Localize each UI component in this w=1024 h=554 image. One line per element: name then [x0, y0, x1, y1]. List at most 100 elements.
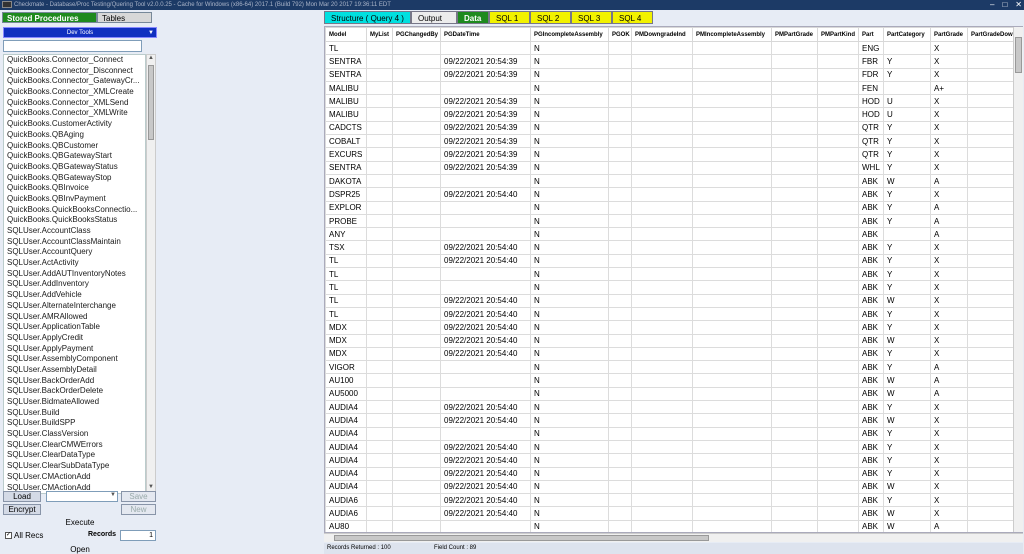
table-cell[interactable] — [631, 213, 693, 229]
table-cell[interactable] — [817, 94, 859, 109]
table-cell[interactable]: FBR — [858, 54, 884, 69]
table-cell[interactable] — [608, 253, 632, 269]
table-cell[interactable]: MDX — [325, 346, 367, 362]
table-cell[interactable]: TL — [325, 280, 367, 295]
table-cell[interactable] — [692, 94, 772, 109]
scroll-thumb[interactable] — [148, 65, 154, 140]
table-cell[interactable] — [392, 80, 441, 96]
column-header[interactable]: PMPartGrade — [771, 27, 818, 42]
table-cell[interactable]: X — [930, 493, 968, 508]
table-cell[interactable] — [392, 519, 441, 532]
table-cell[interactable] — [608, 439, 632, 455]
table-row[interactable]: COBALT 09/22/2021 20:54:39 N QTR Y X — [325, 134, 1022, 149]
procedure-item[interactable]: SQLUser.ClearSubDataType — [4, 461, 145, 472]
table-cell[interactable] — [608, 479, 632, 495]
table-cell[interactable] — [631, 120, 693, 136]
table-cell[interactable]: ENG — [858, 40, 884, 56]
table-cell[interactable] — [692, 200, 772, 215]
table-cell[interactable] — [392, 147, 441, 162]
table-cell[interactable]: N — [530, 160, 609, 175]
table-cell[interactable] — [817, 67, 859, 82]
table-cell[interactable] — [392, 107, 441, 122]
table-cell[interactable] — [771, 67, 818, 82]
table-cell[interactable] — [692, 267, 772, 282]
procedure-item[interactable]: SQLUser.AccountClass — [4, 226, 145, 237]
table-cell[interactable] — [692, 280, 772, 295]
table-cell[interactable]: AUDIA4 — [325, 426, 367, 441]
close-button[interactable]: ✕ — [1015, 0, 1022, 10]
table-cell[interactable]: N — [530, 173, 609, 189]
column-header[interactable]: PartGrade — [930, 27, 968, 42]
procedure-item[interactable]: SQLUser.ClassVersion — [4, 429, 145, 440]
procedure-item[interactable]: SQLUser.AddInventory — [4, 279, 145, 290]
table-row[interactable]: AUDIA4 09/22/2021 20:54:40 N ABK Y X — [325, 466, 1022, 481]
table-cell[interactable] — [392, 134, 441, 149]
procedure-item[interactable]: SQLUser.AlternateInterchange — [4, 301, 145, 312]
table-cell[interactable] — [771, 479, 818, 495]
table-cell[interactable] — [817, 280, 859, 295]
table-cell[interactable] — [366, 519, 393, 532]
table-cell[interactable] — [392, 453, 441, 468]
table-cell[interactable] — [692, 107, 772, 122]
table-cell[interactable] — [608, 426, 632, 441]
table-cell[interactable] — [631, 333, 693, 348]
table-cell[interactable]: ABK — [858, 253, 884, 269]
table-cell[interactable] — [817, 213, 859, 229]
procedure-item[interactable]: SQLUser.BackOrderDelete — [4, 386, 145, 397]
table-cell[interactable] — [817, 333, 859, 348]
table-cell[interactable] — [608, 346, 632, 362]
table-cell[interactable] — [817, 346, 859, 362]
table-cell[interactable] — [692, 320, 772, 335]
procedure-item[interactable]: SQLUser.ClearDataType — [4, 450, 145, 461]
table-cell[interactable] — [817, 54, 859, 69]
table-cell[interactable]: N — [530, 293, 609, 308]
table-cell[interactable] — [692, 413, 772, 428]
table-cell[interactable] — [692, 400, 772, 415]
table-cell[interactable]: A — [930, 173, 968, 189]
tab-sql-4[interactable]: SQL 4 — [612, 11, 653, 24]
table-cell[interactable] — [366, 426, 393, 441]
table-cell[interactable]: 09/22/2021 20:54:40 — [440, 240, 531, 255]
table-cell[interactable] — [608, 147, 632, 162]
table-cell[interactable]: ABK — [858, 466, 884, 481]
table-cell[interactable] — [608, 67, 632, 82]
tab-data[interactable]: Data — [457, 11, 489, 24]
table-cell[interactable] — [817, 107, 859, 122]
table-cell[interactable]: Y — [883, 280, 931, 295]
table-cell[interactable]: Y — [883, 134, 931, 149]
table-cell[interactable]: AUDIA6 — [325, 506, 367, 521]
procedure-item[interactable]: QuickBooks.Connector_XMLCreate — [4, 87, 145, 98]
table-cell[interactable]: MDX — [325, 320, 367, 335]
table-cell[interactable] — [392, 426, 441, 441]
table-cell[interactable] — [771, 466, 818, 481]
table-cell[interactable] — [392, 479, 441, 495]
namespace-dropdown[interactable]: Dev Tools ▼ — [3, 27, 157, 38]
procedure-item[interactable]: SQLUser.AssemblyDetail — [4, 365, 145, 376]
table-cell[interactable] — [771, 253, 818, 269]
table-cell[interactable] — [817, 360, 859, 375]
table-cell[interactable] — [366, 67, 393, 82]
table-cell[interactable]: N — [530, 134, 609, 149]
table-cell[interactable] — [608, 373, 632, 388]
table-cell[interactable]: TL — [325, 293, 367, 308]
table-cell[interactable] — [631, 134, 693, 149]
table-cell[interactable] — [817, 120, 859, 136]
table-row[interactable]: AUDIA6 09/22/2021 20:54:40 N ABK W X — [325, 506, 1022, 521]
scroll-up-icon[interactable]: ▲ — [147, 55, 155, 64]
table-cell[interactable]: 09/22/2021 20:54:40 — [440, 479, 531, 495]
table-cell[interactable] — [392, 213, 441, 229]
table-cell[interactable] — [631, 253, 693, 269]
execute-button[interactable]: Execute — [0, 518, 160, 527]
table-row[interactable]: SENTRA 09/22/2021 20:54:39 N FBR Y X — [325, 54, 1022, 69]
table-cell[interactable] — [771, 54, 818, 69]
table-cell[interactable] — [608, 94, 632, 109]
table-cell[interactable]: W — [883, 293, 931, 308]
procedure-item[interactable]: SQLUser.AccountClassMaintain — [4, 237, 145, 248]
table-cell[interactable]: ABK — [858, 333, 884, 348]
table-cell[interactable]: Y — [883, 67, 931, 82]
table-cell[interactable]: N — [530, 227, 609, 242]
table-cell[interactable] — [692, 333, 772, 348]
column-header[interactable]: PGIncompleteAssembly — [530, 27, 609, 42]
table-cell[interactable] — [631, 493, 693, 508]
table-cell[interactable]: X — [930, 333, 968, 348]
